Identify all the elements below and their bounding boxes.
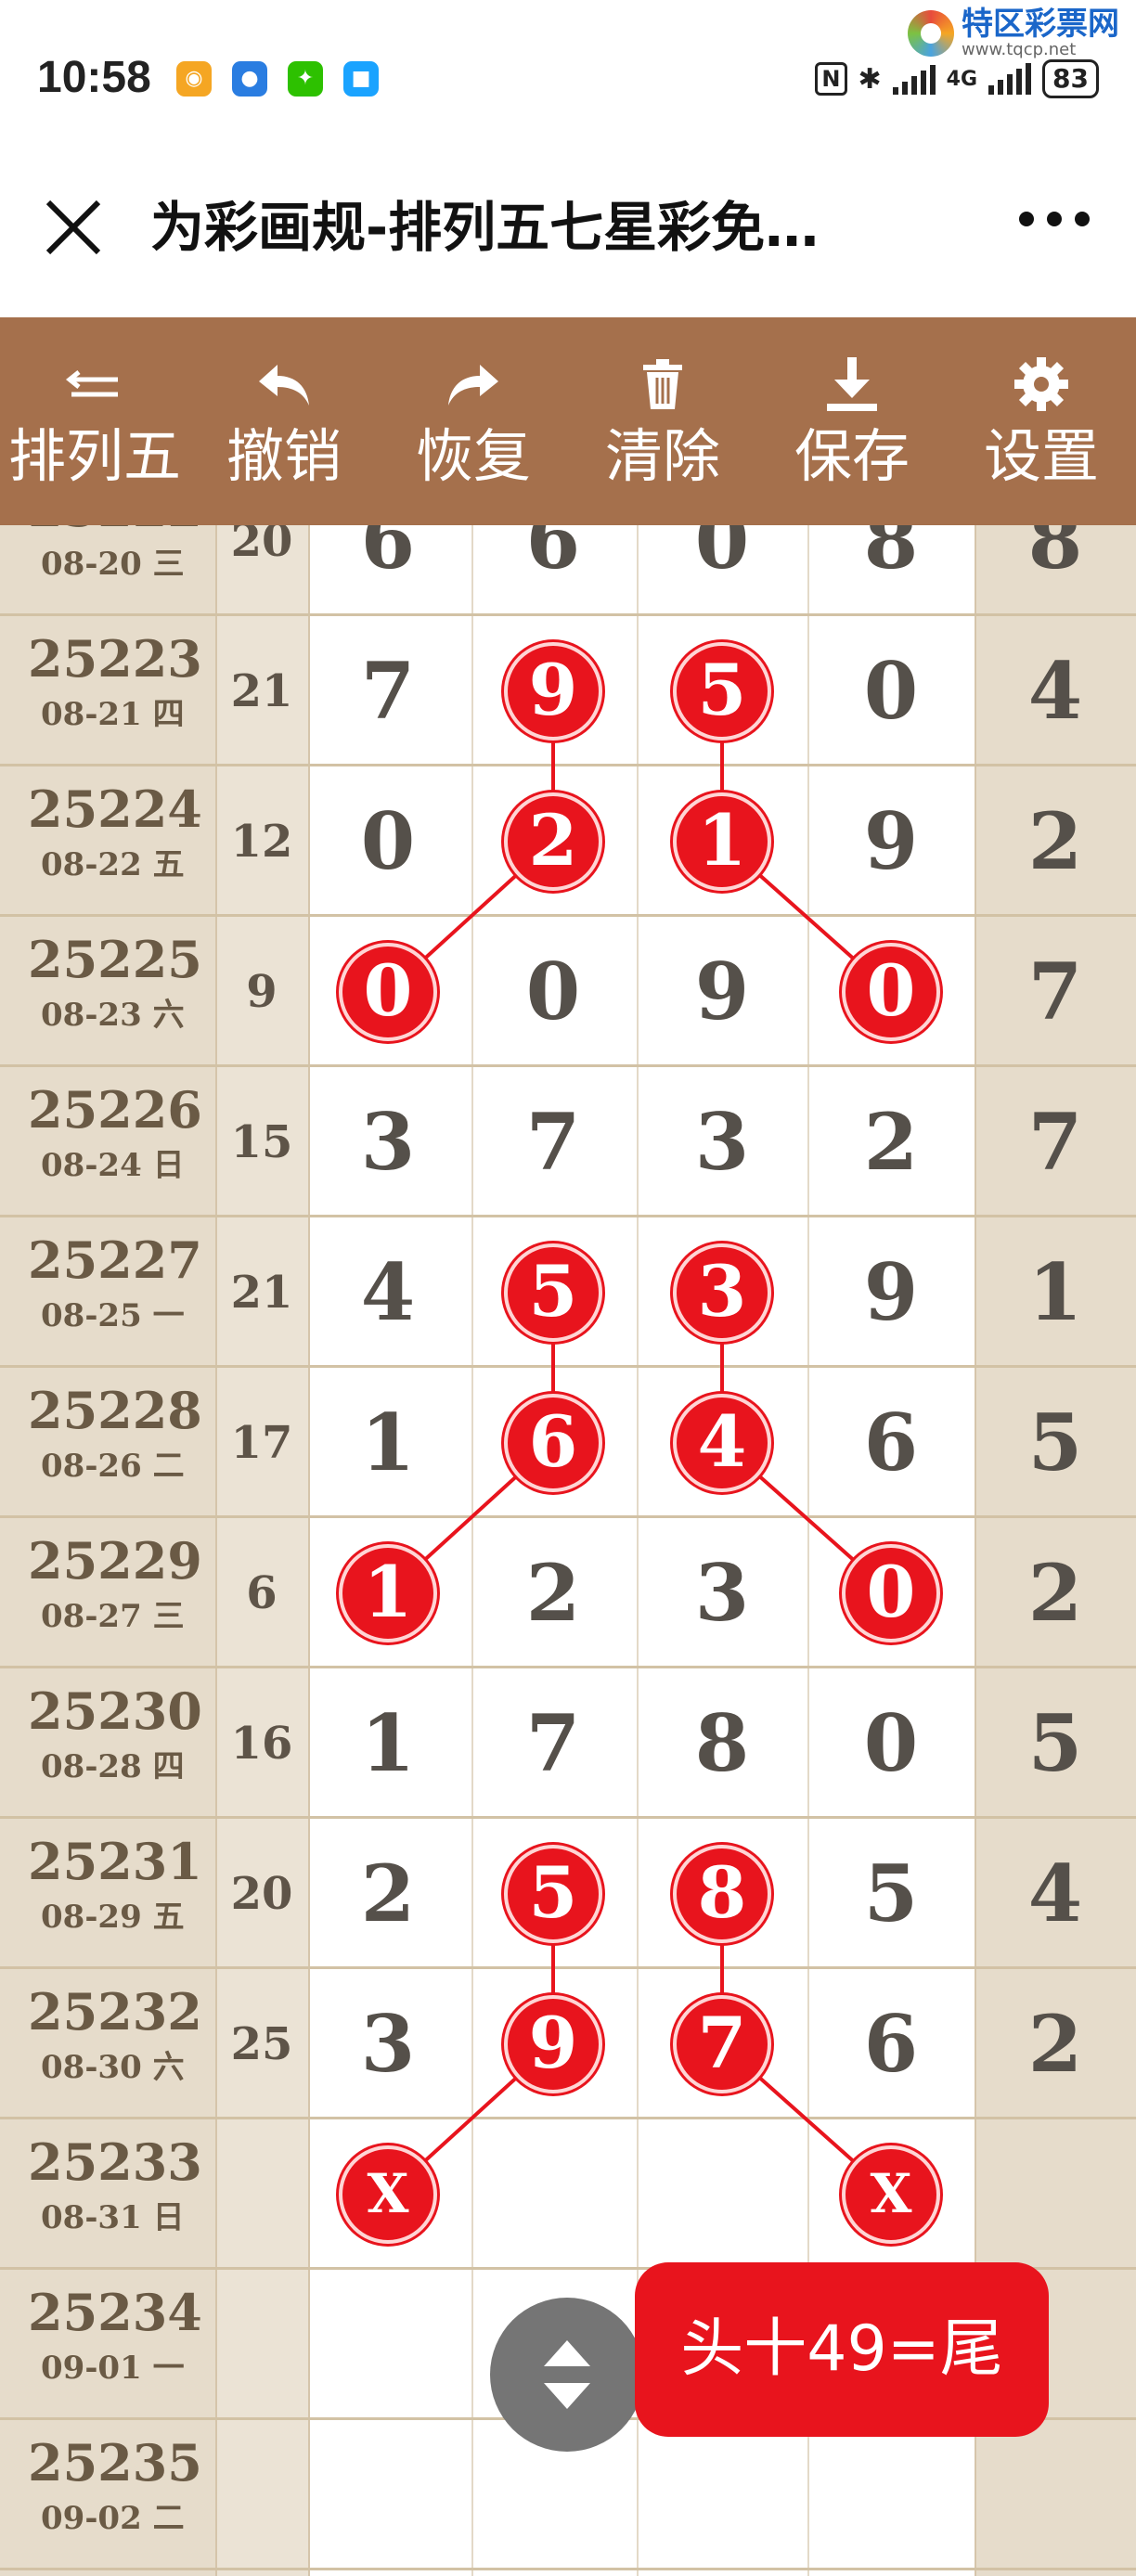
highlight-ball[interactable]: 2 xyxy=(504,792,602,891)
watermark-title: 特区彩票网 xyxy=(962,6,1119,43)
highlight-ball[interactable]: 9 xyxy=(504,1995,602,2093)
highlight-ball[interactable]: 1 xyxy=(673,792,771,891)
wechat-icon: ✦ xyxy=(288,61,323,97)
highlight-ball[interactable]: 0 xyxy=(842,943,940,1041)
gear-icon xyxy=(1009,352,1074,417)
toolbar-save-label: 保存 xyxy=(794,422,910,490)
more-options-icon[interactable] xyxy=(1019,212,1090,226)
download-icon xyxy=(820,352,884,417)
status-indicators: N ✱ 4G 83 xyxy=(815,56,1099,102)
signal-icon xyxy=(892,63,936,95)
highlight-ball[interactable]: 1 xyxy=(339,1544,437,1642)
toolbar-undo-button[interactable]: 撤销 xyxy=(189,317,379,525)
toolbar-undo-label: 撤销 xyxy=(226,422,342,490)
highlight-ball[interactable]: 5 xyxy=(504,1845,602,1943)
highlight-ball[interactable]: 7 xyxy=(673,1995,771,2093)
close-icon[interactable] xyxy=(41,195,106,260)
highlight-ball[interactable]: 4 xyxy=(673,1394,771,1492)
formula-badge[interactable]: 头十49=尾 xyxy=(635,2262,1049,2437)
page-title: 为彩画规-排列五七星彩免… xyxy=(150,196,820,259)
trash-icon xyxy=(630,352,695,417)
toolbar-mode-label: 排列五 xyxy=(7,422,181,490)
status-bar: 10:58 ◉ ● ✦ ■ N ✱ 4G 83 特区彩票网 www.tqcp.net xyxy=(0,0,1136,158)
highlight-ball[interactable]: 9 xyxy=(504,642,602,741)
highlight-ball[interactable]: 8 xyxy=(673,1845,771,1943)
watermark-url: www.tqcp.net xyxy=(962,40,1077,59)
toolbar-redo-label: 恢复 xyxy=(415,422,531,490)
weibo-icon: ◉ xyxy=(176,61,212,97)
bluetooth-icon: ✱ xyxy=(858,62,882,96)
toolbar-mode-button[interactable]: 排列五 xyxy=(0,317,189,525)
undo-icon xyxy=(252,352,316,417)
nfc-icon: N xyxy=(815,62,847,96)
toolbar-settings-button[interactable]: 设置 xyxy=(947,317,1136,525)
toolbar-redo-button[interactable]: 恢复 xyxy=(379,317,568,525)
highlight-ball[interactable]: 5 xyxy=(504,1243,602,1342)
toolbar-clear-button[interactable]: 清除 xyxy=(568,317,757,525)
highlight-ball[interactable]: 3 xyxy=(673,1243,771,1342)
swap-icon xyxy=(62,352,127,417)
toolbar: 排列五 撤销 恢复 清除 保存 设置 xyxy=(0,317,1136,525)
toolbar-settings-label: 设置 xyxy=(983,422,1099,490)
highlight-ball[interactable]: X xyxy=(339,2145,437,2244)
toolbar-save-button[interactable]: 保存 xyxy=(757,317,947,525)
highlight-ball[interactable]: X xyxy=(842,2145,940,2244)
network-type: 4G xyxy=(946,67,978,91)
browser-icon: ● xyxy=(232,61,267,97)
highlight-ball[interactable]: 0 xyxy=(339,943,437,1041)
toolbar-clear-label: 清除 xyxy=(604,422,720,490)
status-time: 10:58 xyxy=(37,53,151,102)
watermark-logo-icon xyxy=(908,10,954,57)
highlight-ball[interactable]: 5 xyxy=(673,642,771,741)
watermark: 特区彩票网 www.tqcp.net xyxy=(908,7,1119,59)
battery-icon: 83 xyxy=(1042,59,1099,98)
highlight-ball[interactable]: 0 xyxy=(842,1544,940,1642)
redo-icon xyxy=(441,352,506,417)
highlight-ball[interactable]: 6 xyxy=(504,1394,602,1492)
signal-icon-2 xyxy=(988,63,1032,95)
up-down-arrows-icon xyxy=(544,2340,590,2409)
scroll-toggle-button[interactable] xyxy=(490,2298,644,2452)
message-icon: ■ xyxy=(343,61,379,97)
